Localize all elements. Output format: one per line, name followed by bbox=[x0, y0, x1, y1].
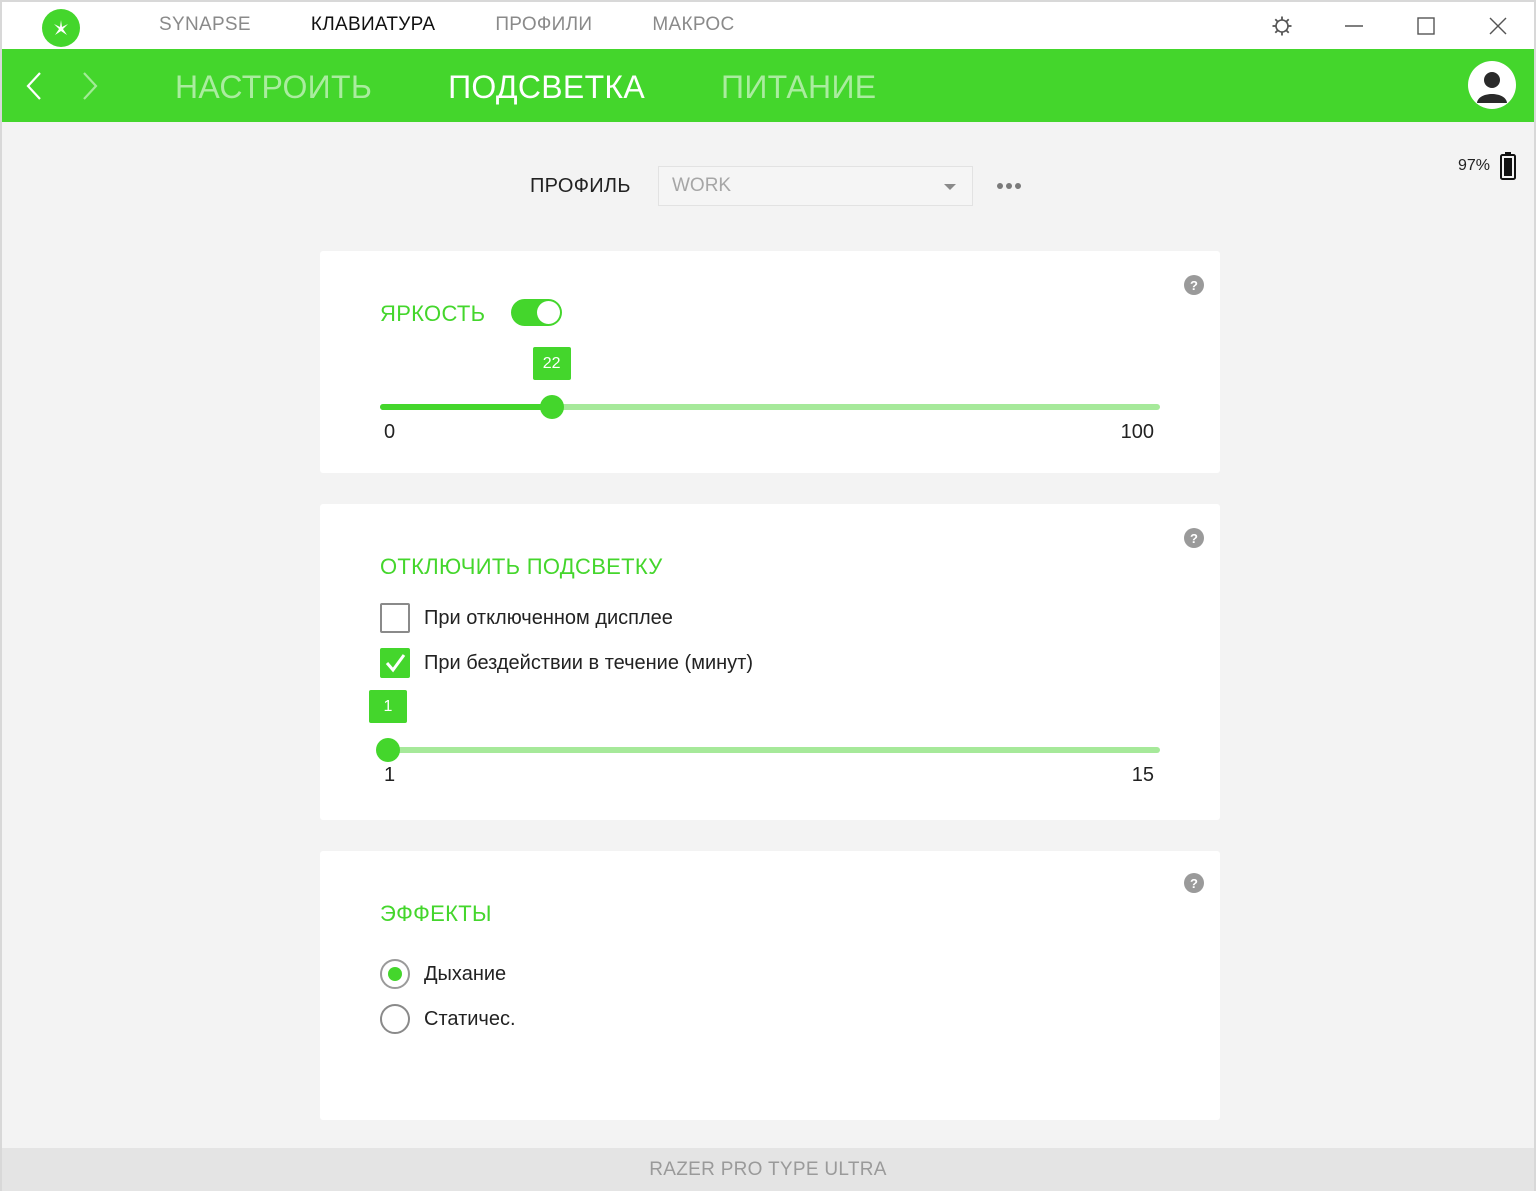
lighting-off-title: ОТКЛЮЧИТЬ ПОДСВЕТКУ bbox=[380, 554, 663, 579]
device-nav-bar: НАСТРОИТЬ ПОДСВЕТКА ПИТАНИЕ bbox=[2, 49, 1534, 122]
slider-max-label: 15 bbox=[1131, 764, 1154, 786]
slider-min-label: 1 bbox=[384, 764, 396, 786]
close-button[interactable] bbox=[1462, 2, 1534, 49]
slider-thumb[interactable] bbox=[376, 738, 400, 762]
idle-label: При бездействии в течение (минут) bbox=[424, 651, 753, 674]
top-nav: SYNAPSE КЛАВИАТУРА ПРОФИЛИ МАКРОС bbox=[159, 14, 795, 36]
slider-fill bbox=[380, 404, 552, 410]
forward-button[interactable] bbox=[80, 71, 100, 106]
brightness-title: ЯРКОСТЬ bbox=[380, 301, 486, 326]
minimize-icon bbox=[1345, 24, 1363, 27]
toggle-knob bbox=[537, 301, 560, 324]
device-name: RAZER PRO TYPE ULTRA bbox=[649, 1158, 887, 1180]
slider-thumb[interactable] bbox=[539, 395, 564, 419]
gear-icon bbox=[1272, 16, 1292, 35]
effect-label-static: Статичес. bbox=[424, 1007, 516, 1030]
device-footer: RAZER PRO TYPE ULTRA bbox=[2, 1148, 1534, 1191]
slider-max-label: 100 bbox=[1120, 421, 1154, 443]
profile-dropdown[interactable]: WORK bbox=[658, 166, 973, 206]
slider-value-tooltip: 22 bbox=[532, 347, 571, 380]
battery-icon bbox=[1500, 152, 1516, 180]
effect-option-static[interactable]: Статичес. bbox=[380, 1004, 516, 1034]
topnav-keyboard[interactable]: КЛАВИАТУРА bbox=[311, 14, 435, 36]
display-off-option[interactable]: При отключенном дисплее bbox=[380, 603, 673, 633]
lighting-off-card: ? ОТКЛЮЧИТЬ ПОДСВЕТКУ При отключенном ди… bbox=[320, 504, 1220, 820]
sub-nav: НАСТРОИТЬ ПОДСВЕТКА ПИТАНИЕ bbox=[175, 69, 952, 106]
tab-power[interactable]: ПИТАНИЕ bbox=[721, 69, 876, 106]
battery-percent: 97% bbox=[1457, 157, 1490, 174]
topnav-profiles[interactable]: ПРОФИЛИ bbox=[495, 14, 592, 36]
user-avatar-icon bbox=[1477, 72, 1507, 103]
help-icon[interactable]: ? bbox=[1184, 275, 1204, 295]
idle-checkbox[interactable] bbox=[380, 648, 410, 678]
profile-label: ПРОФИЛЬ bbox=[530, 174, 631, 197]
help-icon[interactable]: ? bbox=[1184, 528, 1204, 548]
settings-button[interactable] bbox=[1246, 2, 1318, 49]
title-bar: SYNAPSE КЛАВИАТУРА ПРОФИЛИ МАКРОС bbox=[2, 2, 1534, 49]
brightness-card: ? ЯРКОСТЬ 22 0 100 bbox=[320, 251, 1220, 473]
help-icon[interactable]: ? bbox=[1184, 873, 1204, 893]
chevron-left-icon bbox=[26, 72, 41, 100]
chevron-down-icon bbox=[944, 184, 956, 190]
effects-card: ? ЭФФЕКТЫ Дыхание Статичес. bbox=[320, 851, 1220, 1120]
profile-selected-value: WORK bbox=[672, 175, 732, 196]
effect-radio-static[interactable] bbox=[380, 1004, 410, 1034]
idle-option[interactable]: При бездействии в течение (минут) bbox=[380, 648, 753, 678]
close-icon bbox=[1489, 17, 1507, 34]
user-avatar[interactable] bbox=[1468, 61, 1516, 109]
slider-min-label: 0 bbox=[384, 421, 396, 443]
effects-title: ЭФФЕКТЫ bbox=[380, 901, 492, 926]
checkmark-icon bbox=[385, 654, 406, 673]
brightness-toggle[interactable] bbox=[511, 299, 562, 326]
back-button[interactable] bbox=[24, 71, 44, 106]
topnav-macro[interactable]: МАКРОС bbox=[652, 14, 734, 36]
window-controls bbox=[1246, 2, 1534, 49]
brightness-slider[interactable]: 22 bbox=[380, 347, 1160, 419]
effect-option-breathing[interactable]: Дыхание bbox=[380, 959, 506, 989]
maximize-button[interactable] bbox=[1390, 2, 1462, 49]
profile-row: ПРОФИЛЬ WORK bbox=[530, 166, 1023, 206]
tab-lighting[interactable]: ПОДСВЕТКА bbox=[448, 69, 645, 106]
slider-value-tooltip: 1 bbox=[369, 690, 407, 723]
minimize-button[interactable] bbox=[1318, 2, 1390, 49]
maximize-icon bbox=[1417, 16, 1435, 35]
razer-logo-icon[interactable] bbox=[42, 9, 80, 47]
chevron-right-icon bbox=[83, 72, 98, 100]
battery-indicator: 97% bbox=[1458, 152, 1516, 180]
more-horizontal-icon bbox=[997, 183, 1003, 189]
topnav-synapse[interactable]: SYNAPSE bbox=[159, 14, 251, 36]
tab-customize[interactable]: НАСТРОИТЬ bbox=[175, 69, 372, 106]
display-off-checkbox[interactable] bbox=[380, 603, 410, 633]
display-off-label: При отключенном дисплее bbox=[424, 606, 673, 629]
idle-minutes-slider[interactable]: 1 bbox=[369, 690, 1160, 762]
effect-label-breathing: Дыхание bbox=[424, 962, 507, 985]
effect-radio-breathing[interactable] bbox=[380, 959, 410, 989]
profile-more-button[interactable] bbox=[995, 177, 1023, 195]
